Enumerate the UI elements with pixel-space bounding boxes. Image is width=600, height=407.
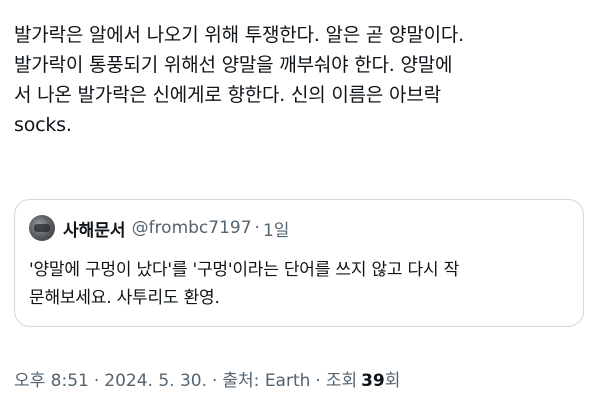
separator-dot: ·	[212, 371, 218, 391]
tweet-text-line: socks.	[14, 114, 72, 136]
user-avatar[interactable]	[29, 215, 55, 241]
tweet-meta: 오후 8:51 · 2024. 5. 30. · 출처: Earth · 조회 …	[14, 366, 400, 391]
separator-dot: ·	[93, 371, 100, 391]
separator-dot: ·	[254, 218, 260, 238]
quoted-tweet-card[interactable]: 사해문서 @frombc7197 · 1일 '양말에 구멍이 났다'를 '구멍'…	[14, 199, 584, 327]
views-unit: 회	[384, 371, 401, 391]
views-label: 조회	[325, 371, 358, 391]
quoted-tweet-header: 사해문서 @frombc7197 · 1일	[29, 215, 289, 241]
tweet-date[interactable]: 2024. 5. 30.	[104, 371, 207, 391]
tweet-timestamp[interactable]: 오후 8:51	[14, 366, 89, 391]
quoted-tweet-time[interactable]: 1일	[263, 216, 289, 241]
quoted-tweet-text: '양말에 구멍이 났다'를 '구멍'이라는 단어를 쓰지 않고 다시 작 문해보…	[29, 256, 569, 312]
quoted-tweet-text-line: '양말에 구멍이 났다'를 '구멍'이라는 단어를 쓰지 않고 다시 작	[29, 260, 460, 280]
tweet-text-line: 서 나온 발가락은 신에게로 향한다. 신의 이름은 아브락	[14, 84, 441, 106]
quoted-author-name[interactable]: 사해문서	[63, 216, 126, 241]
quoted-author-handle[interactable]: @frombc7197	[132, 218, 252, 238]
tweet-text: 발가락은 알에서 나오기 위해 투쟁한다. 알은 곧 양말이다. 발가락이 통풍…	[14, 20, 594, 140]
tweet-text-line: 발가락은 알에서 나오기 위해 투쟁한다. 알은 곧 양말이다.	[14, 24, 464, 46]
quoted-tweet-text-line: 문해보세요. 사투리도 환영.	[29, 288, 220, 308]
tweet-source: 출처: Earth	[222, 371, 311, 391]
tweet: 발가락은 알에서 나오기 위해 투쟁한다. 알은 곧 양말이다. 발가락이 통풍…	[0, 0, 600, 407]
views-count[interactable]: 39	[361, 371, 385, 391]
separator-dot: ·	[315, 371, 321, 391]
tweet-text-line: 발가락이 통풍되기 위해선 양말을 깨부숴야 한다. 양말에	[14, 54, 453, 76]
